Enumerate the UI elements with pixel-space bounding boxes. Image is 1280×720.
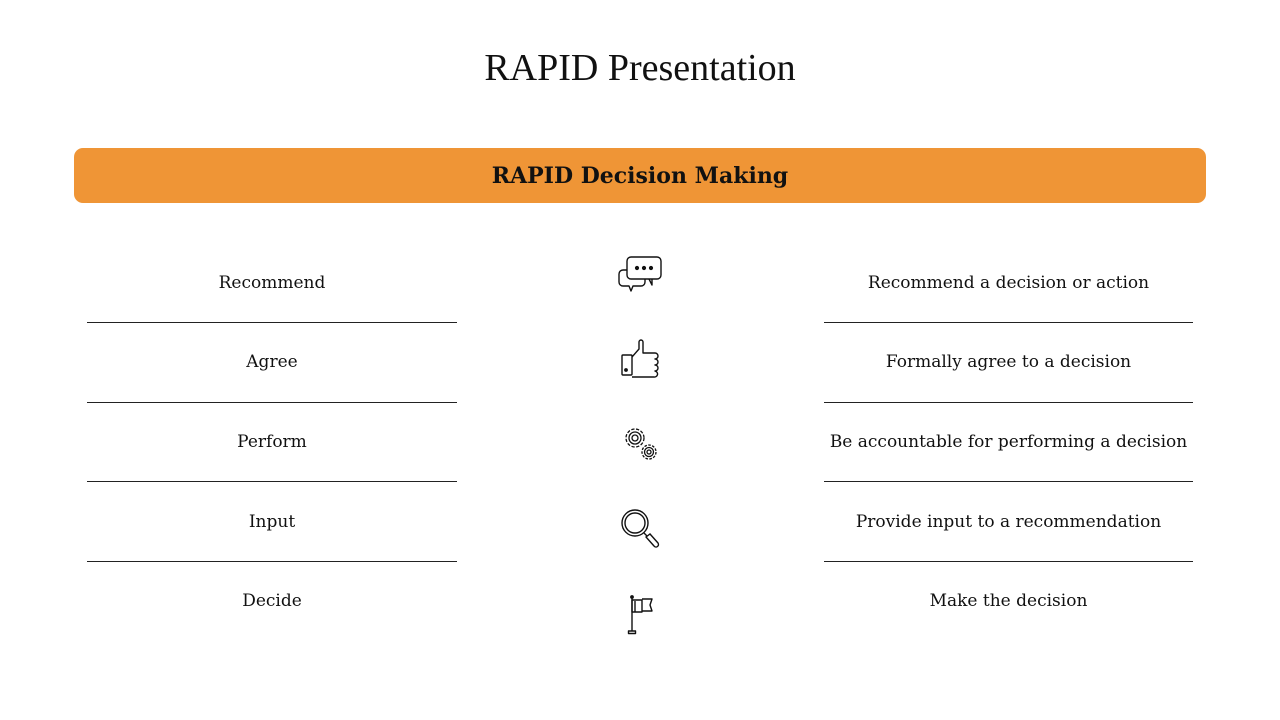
role-description: Formally agree to a decision — [885, 352, 1132, 372]
role-description: Recommend a decision or action — [867, 273, 1150, 293]
role-label: Recommend — [218, 273, 326, 293]
divider — [824, 561, 1193, 562]
divider — [87, 402, 457, 403]
divider — [824, 402, 1193, 403]
role-description: Make the decision — [929, 591, 1088, 611]
gears-icon — [615, 421, 665, 465]
banner-label: RAPID Decision Making — [491, 162, 789, 189]
divider — [87, 481, 457, 482]
slide-title: RAPID Presentation — [484, 47, 796, 89]
divider — [824, 481, 1193, 482]
section-banner: RAPID Decision Making — [74, 148, 1206, 203]
divider — [87, 561, 457, 562]
thumbs-up-icon — [615, 337, 665, 381]
divider — [824, 322, 1193, 323]
flag-icon — [615, 593, 665, 637]
magnifier-icon — [615, 507, 665, 551]
role-description: Be accountable for performing a decision — [829, 432, 1188, 452]
role-label: Decide — [242, 591, 302, 611]
role-description: Provide input to a recommendation — [855, 512, 1162, 532]
role-label: Agree — [246, 352, 298, 372]
divider — [87, 322, 457, 323]
speech-bubbles-icon — [615, 254, 665, 298]
role-label: Perform — [237, 432, 307, 452]
role-label: Input — [248, 512, 296, 532]
